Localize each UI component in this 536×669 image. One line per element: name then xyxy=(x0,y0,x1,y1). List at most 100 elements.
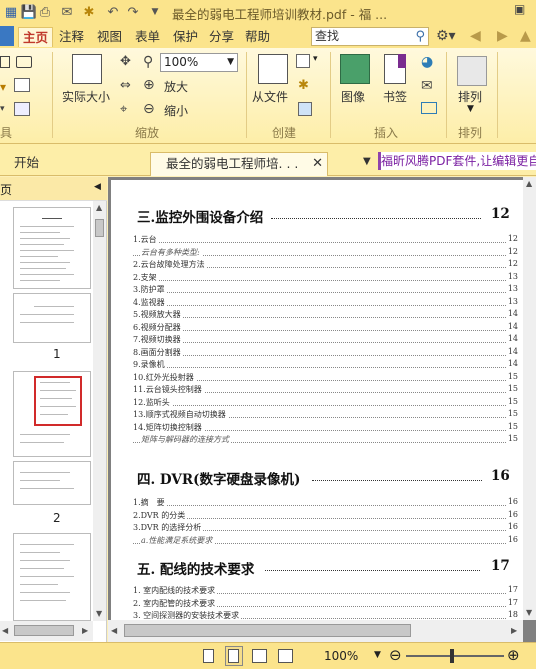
arrange-icon[interactable] xyxy=(457,56,487,86)
scroll-up-icon[interactable]: ▲ xyxy=(96,203,102,212)
toc-entry[interactable]: 6.视频分配器 14 xyxy=(133,321,518,334)
gear-icon[interactable]: ⚙▾ xyxy=(436,28,456,44)
attachment-icon[interactable]: ✉ xyxy=(421,78,433,94)
document-scrollbar[interactable]: ▲ ▼ xyxy=(523,177,536,620)
zoom-dropdown-icon[interactable]: ▼ xyxy=(374,650,381,660)
nav-up-icon[interactable]: ▲ xyxy=(520,28,531,44)
zoom-in-button[interactable]: 放大 xyxy=(164,78,188,95)
zoom-select[interactable]: 100% ▼ xyxy=(160,53,238,72)
dropdown-icon[interactable]: ▾ xyxy=(0,104,5,114)
zoom-slider-handle[interactable] xyxy=(450,649,454,663)
toc-entry[interactable]: 7.视频切换器 14 xyxy=(133,334,518,346)
tab-comment[interactable]: 注释 xyxy=(59,27,84,47)
toc-entry[interactable]: 5.视频放大器 14 xyxy=(133,309,518,321)
web-link-icon[interactable]: ◕ xyxy=(421,54,433,70)
close-icon[interactable]: ✕ xyxy=(312,153,323,175)
toc-entry[interactable]: 1. 室内配线的技术要求 17 xyxy=(133,585,518,597)
chevron-down-icon[interactable]: ▼ xyxy=(146,3,164,21)
snapshot-icon[interactable] xyxy=(16,56,32,68)
toc-entry[interactable]: a.性能满足系统要求 16 xyxy=(133,534,518,547)
scanner-icon[interactable] xyxy=(298,102,312,116)
toc-entry[interactable]: 1.摘 要 16 xyxy=(133,497,518,509)
page-thumbnail[interactable] xyxy=(13,207,91,289)
undo-icon[interactable]: ↶ xyxy=(104,3,122,21)
blank-page-icon[interactable] xyxy=(296,54,310,68)
toc-entry[interactable]: 1.云台 12 xyxy=(133,234,518,246)
tab-home[interactable]: 主页 xyxy=(18,27,54,47)
search-input[interactable]: 查找 ⚲ xyxy=(311,27,429,46)
mail-icon[interactable]: ✉ xyxy=(58,3,76,21)
toc-entry[interactable]: 11.云台镜头控制器 15 xyxy=(133,384,518,396)
toc-entry[interactable]: 3.防护罩 13 xyxy=(133,284,518,296)
form-tool-icon[interactable] xyxy=(14,102,30,116)
fit-visible-icon[interactable]: ⌖ xyxy=(120,102,127,117)
toc-entry[interactable]: 8.画面分割器 14 xyxy=(133,346,518,359)
zoom-in-icon[interactable]: ⊕ xyxy=(143,77,155,93)
document-hscrollbar[interactable]: ◀ ▶ xyxy=(108,620,523,642)
chevron-down-icon[interactable]: ▼ xyxy=(467,104,474,114)
chevron-down-icon[interactable]: ▾ xyxy=(313,54,318,64)
from-file-button[interactable]: 从文件 xyxy=(252,88,288,105)
toc-entry[interactable]: 2.支架 13 xyxy=(133,271,518,284)
tab-start[interactable]: 开始 xyxy=(0,152,148,176)
redo-icon[interactable]: ↷ xyxy=(124,3,142,21)
restore-icon[interactable]: ▣ xyxy=(514,2,525,16)
tab-view[interactable]: 视图 xyxy=(97,27,122,47)
image-icon[interactable] xyxy=(340,54,370,84)
tab-form[interactable]: 表单 xyxy=(135,27,160,47)
continuous-facing-icon[interactable] xyxy=(278,649,293,663)
document-view[interactable]: 三.监控外围设备介绍 12 1.云台 12 云台有多种类型: 12 2.云台故障处理方法… xyxy=(108,177,536,642)
toc-entry[interactable]: 云台有多种类型: 12 xyxy=(133,246,518,259)
image-button[interactable]: 图像 xyxy=(341,88,365,105)
zoom-level[interactable]: 100% xyxy=(324,649,358,663)
open-icon[interactable]: ▦ xyxy=(2,3,20,21)
from-file-icon[interactable] xyxy=(258,54,288,84)
toc-entry[interactable]: 2.DVR 的分类 16 xyxy=(133,509,518,522)
new-doc-icon[interactable]: ✱ xyxy=(298,78,309,93)
tab-help[interactable]: 帮助 xyxy=(245,27,270,47)
toc-entry[interactable]: 3.DVR 的选择分析 16 xyxy=(133,522,518,534)
arrange-button[interactable]: 排列 xyxy=(458,88,482,105)
tab-document[interactable]: 最全的弱电工程师培. . . ✕ xyxy=(150,152,328,176)
toc-entry[interactable]: 12.监听头 15 xyxy=(133,396,518,409)
nav-back-icon[interactable]: ◀ xyxy=(470,28,481,44)
scroll-left-icon[interactable]: ◀ xyxy=(2,626,8,635)
print-icon[interactable]: ⎙ xyxy=(36,3,54,21)
zoom-slider[interactable] xyxy=(406,655,504,657)
toc-entry[interactable]: 矩阵与解码器的连接方式 15 xyxy=(133,434,518,446)
toc-entry[interactable]: 13.顺序式视频自动切换器 15 xyxy=(133,409,518,421)
page-thumbnail[interactable] xyxy=(13,293,91,343)
thumbnail-hscrollbar[interactable]: ◀ ▶ xyxy=(0,621,93,641)
zoom-out-icon[interactable]: ⊖ xyxy=(389,646,402,664)
scroll-down-icon[interactable]: ▼ xyxy=(96,609,102,618)
scroll-down-icon[interactable]: ▼ xyxy=(526,608,532,617)
page-tool-icon[interactable] xyxy=(14,78,30,92)
thumbnail-scrollbar[interactable]: ▲ ▼ xyxy=(93,201,106,621)
file-menu-button[interactable] xyxy=(0,26,14,46)
ad-banner[interactable]: 福昕风腾PDF套件,让编辑更自由 xyxy=(378,152,536,170)
new-icon[interactable]: ✱ xyxy=(80,3,98,21)
zoom-out-button[interactable]: 缩小 xyxy=(164,102,188,119)
tab-share[interactable]: 分享 xyxy=(209,27,234,47)
select-tool-icon[interactable]: ▾ xyxy=(0,80,6,94)
bookmark-button[interactable]: 书签 xyxy=(383,88,407,105)
scroll-thumb[interactable] xyxy=(124,624,411,637)
scroll-thumb[interactable] xyxy=(95,219,104,237)
tab-protect[interactable]: 保护 xyxy=(173,27,198,47)
page-thumbnail[interactable] xyxy=(13,533,91,621)
actual-size-button[interactable]: 实际大小 xyxy=(62,88,110,105)
toc-entry[interactable]: 10.红外光投射器 15 xyxy=(133,371,518,384)
actual-size-icon[interactable] xyxy=(72,54,102,84)
zoom-out-icon[interactable]: ⊖ xyxy=(143,101,155,117)
toc-entry[interactable]: 2. 室内配管的技术要求 17 xyxy=(133,597,518,610)
search-icon[interactable]: ⚲ xyxy=(415,28,425,45)
scroll-right-icon[interactable]: ▶ xyxy=(82,626,88,635)
page-thumbnail-selected[interactable] xyxy=(13,371,91,457)
single-page-icon[interactable] xyxy=(203,649,214,663)
page-thumbnail[interactable] xyxy=(13,461,91,505)
scroll-right-icon[interactable]: ▶ xyxy=(511,626,517,635)
facing-page-icon[interactable] xyxy=(252,649,267,663)
fit-width-icon[interactable]: ⇔ xyxy=(120,78,131,93)
video-icon[interactable] xyxy=(421,102,437,114)
hand-tool-icon[interactable] xyxy=(0,56,10,68)
